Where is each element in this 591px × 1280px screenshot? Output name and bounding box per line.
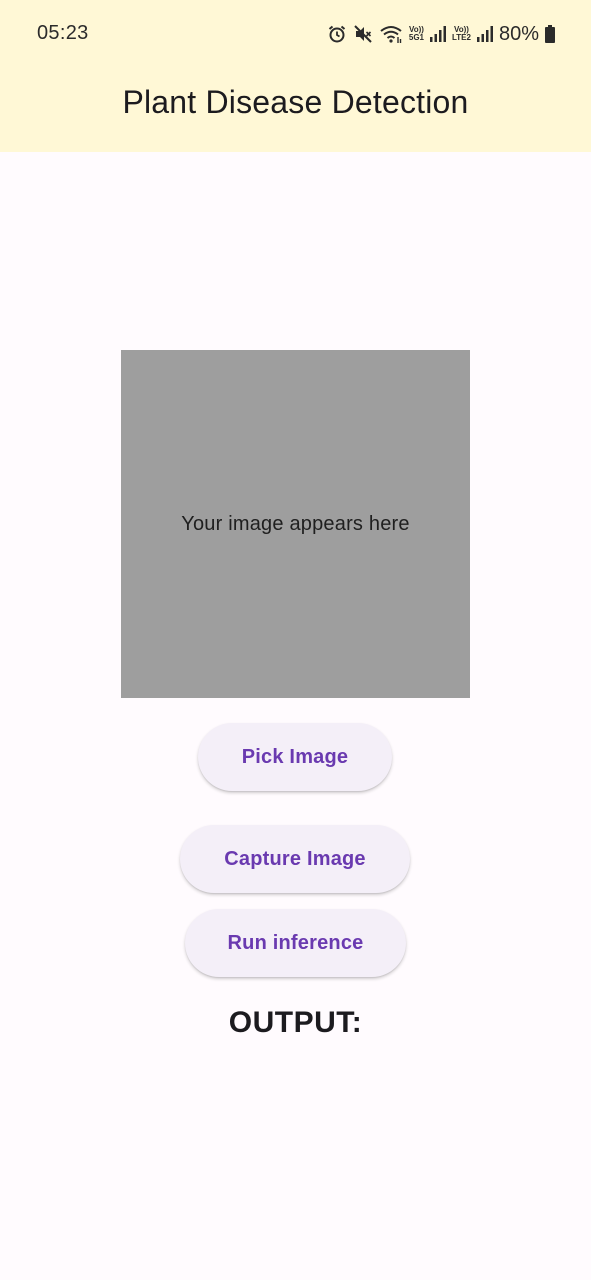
- image-placeholder-text: Your image appears here: [181, 512, 410, 535]
- image-preview: Your image appears here: [121, 350, 470, 698]
- battery-icon: [545, 23, 555, 45]
- mute-icon: [353, 23, 373, 45]
- alarm-icon: [327, 23, 347, 45]
- status-bar: 05:23 Vo)) 5G1 Vo)) LTE2 80%: [0, 0, 591, 68]
- status-time: 05:23: [37, 22, 89, 44]
- run-inference-button[interactable]: Run inference: [185, 909, 406, 977]
- wifi-icon: [379, 23, 403, 45]
- status-icons: Vo)) 5G1 Vo)) LTE2 80%: [327, 21, 555, 47]
- app-header: 05:23 Vo)) 5G1 Vo)) LTE2 80% Plant Disea…: [0, 0, 591, 152]
- page-title: Plant Disease Detection: [122, 84, 469, 120]
- network-2-label-bottom: LTE2: [452, 33, 471, 42]
- signal-icon: [430, 23, 446, 45]
- capture-image-button[interactable]: Capture Image: [180, 825, 410, 893]
- output-label: OUTPUT:: [228, 1006, 363, 1039]
- volte-5g-icon: Vo)) 5G1: [409, 26, 424, 42]
- pick-image-button[interactable]: Pick Image: [198, 723, 392, 791]
- battery-percent: 80%: [498, 22, 539, 45]
- signal-icon: [476, 23, 493, 45]
- network-1-label-bottom: 5G1: [408, 33, 424, 42]
- volte-lte2-icon: Vo)) LTE2: [452, 26, 471, 42]
